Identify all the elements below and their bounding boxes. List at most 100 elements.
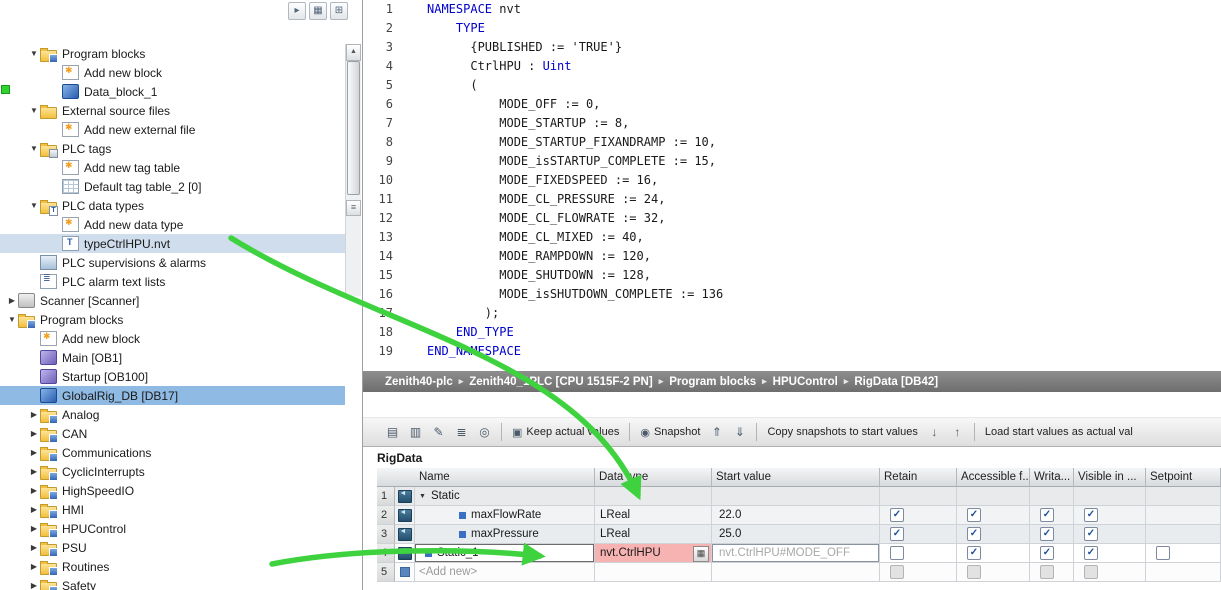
expand-arrow-icon[interactable]: ▶ [28,467,40,476]
column-header-retain[interactable]: Retain [880,468,957,487]
checkbox-checked[interactable]: ✓ [1084,508,1098,522]
column-header-setpoint[interactable]: Setpoint [1146,468,1221,487]
cell-datatype[interactable]: LReal [595,525,712,544]
checkbox-checked[interactable]: ✓ [890,508,904,522]
cell-writable[interactable]: ✓ [1030,506,1074,525]
checkbox-checked[interactable]: ✓ [1040,527,1054,541]
pane-splitter-grip-icon[interactable]: ≡ [346,200,361,216]
expand-members-icon[interactable]: ≣ [452,423,471,442]
tree-item-add-new-external-file[interactable]: Add new external file [0,120,345,139]
cell-retain[interactable]: ✓ [880,506,957,525]
datatype-browse-button[interactable]: ▦ [693,546,709,562]
cell-accessible[interactable]: ✓ [957,506,1030,525]
insert-row-icon[interactable]: ▤ [383,423,402,442]
edit-values-icon[interactable]: ✎ [429,423,448,442]
add-row-icon[interactable]: ▥ [406,423,425,442]
cell-start-value[interactable] [712,487,880,506]
tree-item-add-new-block[interactable]: Add new block [0,63,345,82]
checkbox-checked[interactable]: ✓ [1084,546,1098,560]
tree-item-psu[interactable]: ▶PSU [0,538,345,557]
tree-item-scanner-scanner[interactable]: ▶Scanner [Scanner] [0,291,345,310]
row-number[interactable]: 5 [377,563,395,582]
monitor-values-icon[interactable]: ◎ [475,423,494,442]
cell-name[interactable]: maxPressure [415,525,595,544]
tree-scrollbar[interactable]: ▲ ≡ [345,44,361,296]
cell-accessible[interactable] [957,487,1030,506]
cell-start-value[interactable]: nvt.CtrlHPU#MODE_OFF [712,544,880,563]
cell-writable[interactable]: ✓ [1030,525,1074,544]
cell-visible[interactable]: ✓ [1074,544,1146,563]
copy-snapshots-button[interactable]: Copy snapshots to start values [764,422,920,442]
expand-arrow-icon[interactable]: ▶ [28,429,40,438]
cell-writable[interactable] [1030,563,1074,582]
cell-setpoint[interactable] [1146,525,1221,544]
tree-item-safety[interactable]: ▶Safety [0,576,345,590]
checkbox-checked[interactable]: ✓ [1040,546,1054,560]
cell-name[interactable]: maxFlowRate [415,506,595,525]
cell-setpoint[interactable] [1146,544,1221,563]
cell-setpoint[interactable] [1146,563,1221,582]
row-number[interactable]: 3 [377,525,395,544]
expand-arrow-icon[interactable]: ▶ [28,543,40,552]
checkbox-checked[interactable]: ✓ [967,527,981,541]
collapse-arrow-icon[interactable]: ▼ [28,49,40,58]
breadcrumb-item-program-blocks[interactable]: Program blocks [669,376,756,388]
collapse-arrow-icon[interactable]: ▼ [6,315,18,324]
checkbox[interactable] [1156,546,1170,560]
tree-item-main-ob1[interactable]: Main [OB1] [0,348,345,367]
column-header-name[interactable]: Name [377,468,595,487]
column-header-writa[interactable]: Writa... [1030,468,1074,487]
collapse-arrow-icon[interactable]: ▼ [419,493,426,500]
split-window-icon[interactable]: ⊞ [330,2,348,20]
cell-retain[interactable]: ✓ [880,525,957,544]
cell-start-value[interactable]: 22.0 [712,506,880,525]
collapse-arrow-icon[interactable]: ▼ [28,144,40,153]
copy-snapshot-down-icon[interactable]: ⇓ [730,423,749,442]
checkbox-checked[interactable]: ✓ [1040,508,1054,522]
tree-item-typectrlhpu-nvt[interactable]: typeCtrlHPU.nvt [0,234,345,253]
cell-datatype[interactable] [595,563,712,582]
cell-name[interactable]: ▼Static [415,487,595,506]
expand-arrow-icon[interactable]: ▶ [6,296,18,305]
checkbox-checked[interactable]: ✓ [967,508,981,522]
cell-name[interactable]: <Add new> [415,563,595,582]
cell-retain[interactable] [880,563,957,582]
load-values-up-icon[interactable]: ↑ [948,423,967,442]
project-tree[interactable]: ▼Program blocksAdd new blockData_block_1… [0,44,345,590]
breadcrumb-item-rigdata-db42[interactable]: RigData [DB42] [854,376,938,388]
tree-item-startup-ob100[interactable]: Startup [OB100] [0,367,345,386]
tree-item-plc-supervisions-alarms[interactable]: PLC supervisions & alarms [0,253,345,272]
tree-item-program-blocks[interactable]: ▼Program blocks [0,44,345,63]
scrollbar-up-arrow-icon[interactable]: ▲ [346,44,361,61]
tree-item-data-block-1[interactable]: Data_block_1 [0,82,345,101]
load-values-down-icon[interactable]: ↓ [925,423,944,442]
column-header-start-value[interactable]: Start value [712,468,880,487]
scrollbar-thumb[interactable] [347,61,360,195]
cell-start-value[interactable] [712,563,880,582]
tree-item-hmi[interactable]: ▶HMI [0,500,345,519]
cell-retain[interactable] [880,544,957,563]
tree-item-plc-tags[interactable]: ▼PLC tags [0,139,345,158]
column-header-accessible-f[interactable]: Accessible f... [957,468,1030,487]
expand-arrow-icon[interactable]: ▶ [28,581,40,590]
keep-actual-values-button[interactable]: ▣Keep actual values [509,422,622,442]
copy-snapshot-up-icon[interactable]: ⇑ [707,423,726,442]
tree-item-highspeedio[interactable]: ▶HighSpeedIO [0,481,345,500]
tree-item-add-new-tag-table[interactable]: Add new tag table [0,158,345,177]
tree-item-analog[interactable]: ▶Analog [0,405,345,424]
column-header-data-type[interactable]: Data type [595,468,712,487]
cell-name[interactable]: Static_1 [415,544,595,563]
breadcrumb-item-zenith40-1plc-cpu-1515f-2-pn[interactable]: Zenith40_1PLC [CPU 1515F-2 PN] [469,376,652,388]
breadcrumb-item-hpucontrol[interactable]: HPUControl [773,376,838,388]
expand-arrow-icon[interactable]: ▶ [28,505,40,514]
cell-visible[interactable]: ✓ [1074,506,1146,525]
tree-item-communications[interactable]: ▶Communications [0,443,345,462]
breadcrumb-item-zenith40-plc[interactable]: Zenith40-plc [385,376,453,388]
expand-arrow-icon[interactable]: ▶ [28,524,40,533]
checkbox-checked[interactable]: ✓ [1084,527,1098,541]
cell-datatype[interactable]: nvt.CtrlHPU▦ [595,544,712,563]
snapshot-button[interactable]: ◉Snapshot [637,422,703,442]
cell-visible[interactable] [1074,487,1146,506]
collapse-arrow-icon[interactable]: ▼ [28,201,40,210]
nav-forward-icon[interactable]: ▸ [288,2,306,20]
